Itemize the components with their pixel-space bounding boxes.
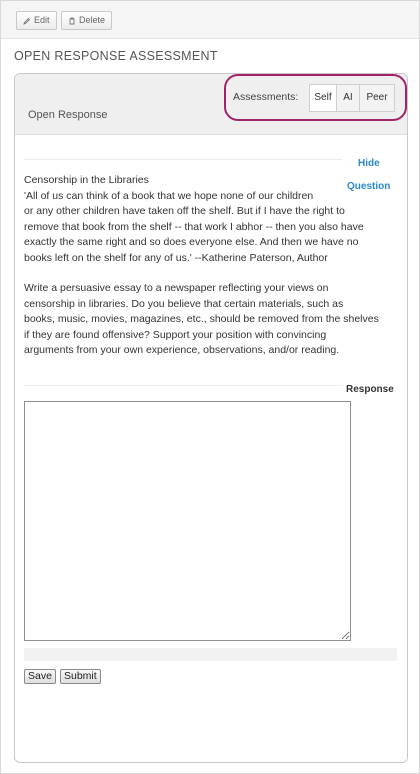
question-line: books left on the shelf for any of us.' … (24, 251, 328, 264)
prompt-line: books, music, movies, magazines, etc., s… (24, 313, 379, 325)
prompt-text: Write a persuasive essay to a newspaper … (24, 281, 404, 359)
question-line: 'All of us can think of a book that we h… (24, 189, 314, 202)
question-divider (24, 159, 342, 160)
hide-question-link[interactable]: Hide (358, 158, 380, 169)
edit-button[interactable]: Edit (16, 11, 57, 30)
response-label: Response (346, 384, 394, 395)
question-line: or any other children have taken off the… (24, 205, 345, 217)
assessment-option-self[interactable]: Self (309, 84, 337, 112)
question-heading: Censorship in the Libraries (24, 174, 149, 186)
edit-button-label: Edit (34, 15, 50, 25)
question-text: Censorship in the Libraries 'All of us c… (24, 173, 404, 266)
prompt-line: Write a persuasive essay to a newspaper … (24, 282, 329, 294)
submit-button[interactable]: Submit (60, 669, 101, 684)
page-title: OPEN RESPONSE ASSESSMENT (14, 49, 218, 63)
assessment-option-ai[interactable]: AI (336, 84, 360, 112)
status-bar (24, 648, 397, 661)
delete-button[interactable]: Delete (61, 11, 113, 30)
prompt-line: if they are found offensive? Support you… (24, 328, 327, 341)
card-header: Open Response Assessments: Self AI Peer (15, 74, 407, 135)
save-button[interactable]: Save (24, 669, 56, 684)
delete-button-label: Delete (79, 15, 106, 25)
prompt-line: arguments from your own experience, obse… (24, 344, 340, 356)
question-line: exactly the same right and so does every… (24, 236, 359, 248)
question-line: remove that book from the shelf -- that … (24, 220, 364, 233)
trash-icon (69, 17, 75, 24)
pencil-icon (23, 17, 31, 25)
card-title: Open Response (28, 109, 108, 121)
assessments-label: Assessments: (233, 91, 299, 103)
toolbar: Edit Delete (1, 1, 419, 39)
response-textarea[interactable] (24, 401, 351, 641)
assessment-option-peer[interactable]: Peer (359, 84, 395, 112)
response-divider (24, 385, 342, 386)
prompt-line: censorship in libraries. Do you believe … (24, 297, 344, 310)
